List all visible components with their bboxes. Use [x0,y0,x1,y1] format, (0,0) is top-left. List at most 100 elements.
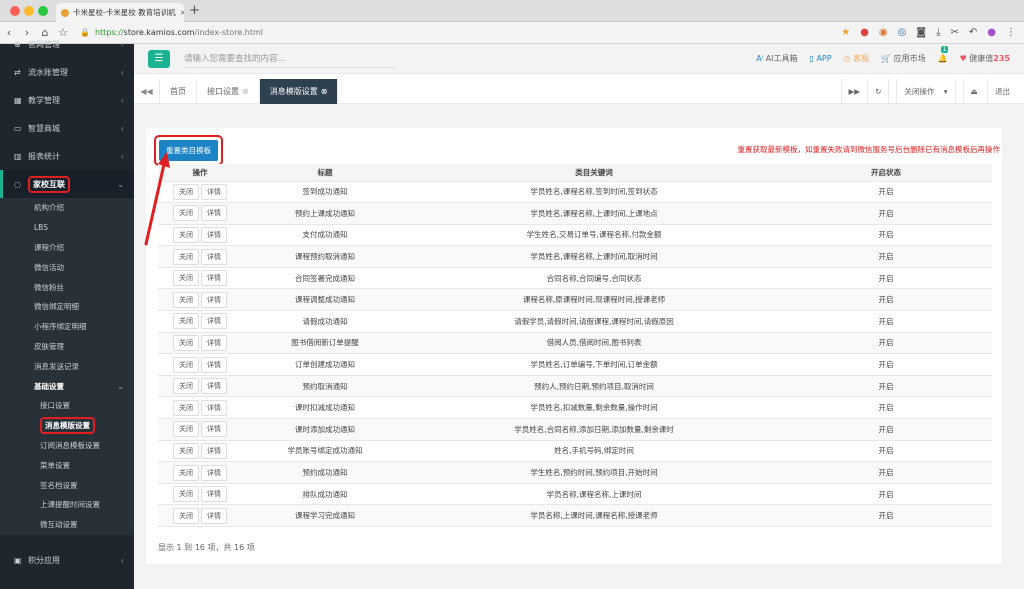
reset-template-button[interactable]: 重置类目模板 [159,140,218,161]
maximize-window-icon[interactable] [38,6,48,16]
close-button[interactable]: 关闭 [173,291,199,308]
submenu-item[interactable]: LBS [0,218,134,238]
browser-tab[interactable]: 卡米星校-卡米星校 教育培训机 × [56,3,184,22]
search-input[interactable]: 请输入您需要查找的内容... [184,50,396,68]
new-tab-icon[interactable]: + [189,3,200,18]
row-title: 课程预约取消通知 [242,245,408,268]
close-button[interactable]: 关闭 [173,313,199,330]
detail-button[interactable]: 详情 [201,226,227,243]
profile-icon[interactable]: ● [987,27,996,38]
app-link[interactable]: ▯ APP [809,54,831,63]
submenu-item[interactable]: 签名档设置 [0,475,134,495]
sidebar-item-reports[interactable]: ▥ 报表统计 ‹ [0,142,134,170]
detail-button[interactable]: 详情 [201,313,227,330]
close-button[interactable]: 关闭 [173,486,199,503]
detail-button[interactable]: 详情 [201,442,227,459]
menu-icon[interactable]: ⋮ [1006,27,1016,38]
notification-bell[interactable]: 🔔 1 [938,46,949,63]
url-field[interactable]: 🔒 https://store.kamios.com/index-store.h… [80,25,772,41]
service-link[interactable]: ◷ 客服 [844,53,870,64]
sidebar-item-home-school[interactable]: ◌ 家校互联 ⌄ [0,170,134,198]
refresh-icon[interactable]: ↻ [867,78,888,104]
submenu-item[interactable]: 接口设置 [0,396,134,416]
submenu-item[interactable]: 微信活动 [0,257,134,277]
submenu-item[interactable]: 订阅消息模板设置 [0,436,134,456]
close-button[interactable]: 关闭 [173,442,199,459]
row-title: 课程调整成功通知 [242,288,408,312]
close-button[interactable]: 关闭 [173,507,199,524]
close-button[interactable]: 关闭 [173,399,199,416]
detail-button[interactable]: 详情 [201,291,227,308]
tab-close-icon[interactable]: ⊗ [321,87,328,96]
pagination-info: 显示 1 到 16 项，共 16 项 [158,543,255,552]
row-status: 开启 [780,181,992,204]
detail-button[interactable]: 详情 [201,183,227,200]
table-row: 关闭 详情 预约上课成功通知 学员姓名,课程名称,上课时间,上课地点 开启 [158,202,992,225]
star-icon[interactable]: ★ [841,27,850,38]
tab-close-icon[interactable]: ⊗ [242,87,249,96]
close-button[interactable]: 关闭 [173,226,199,243]
close-window-icon[interactable] [10,6,20,16]
sidebar-item-mall[interactable]: ▭ 智慧商城 ‹ [0,114,134,142]
tabs-scroll-left-icon[interactable]: ◀◀ [134,78,160,104]
detail-button[interactable]: 详情 [201,248,227,265]
detail-button[interactable]: 详情 [201,334,227,351]
scissors-icon[interactable]: ✂ [950,27,958,38]
close-button[interactable]: 关闭 [173,270,199,287]
submenu-item-current[interactable]: 消息模版设置 [0,416,134,436]
tab-close-icon[interactable]: × [180,8,184,17]
submenu-item[interactable]: 微信绑定明细 [0,297,134,317]
detail-button[interactable]: 详情 [201,399,227,416]
gamepad-icon[interactable]: ● [860,27,869,38]
detail-button[interactable]: 详情 [201,486,227,503]
detail-button[interactable]: 详情 [201,378,227,395]
minimize-window-icon[interactable] [24,6,34,16]
submenu-item[interactable]: 上课提醒时间设置 [0,495,134,515]
tab-interface-settings[interactable]: 接口设置 ⊗ [197,78,260,104]
extension-icon[interactable]: ◎ [898,27,907,38]
submenu-item[interactable]: 皮肤管理 [0,337,134,357]
close-button[interactable]: 关闭 [173,421,199,438]
detail-button[interactable]: 详情 [201,205,227,222]
undo-icon[interactable]: ↶ [969,27,977,38]
logout-button[interactable]: ⏏ 退出 [954,78,1024,104]
submenu-item[interactable]: 微信粉丝 [0,277,134,297]
extension-icon[interactable]: ◉ [879,27,888,38]
close-button[interactable]: 关闭 [173,464,199,481]
submenu-group-basic-settings[interactable]: 基础设置 ⌄ [0,376,134,396]
close-button[interactable]: 关闭 [173,334,199,351]
submenu-item[interactable]: 机构介绍 [0,198,134,218]
sidebar-item-points[interactable]: ▣ 积分应用 ‹ [0,547,134,575]
tab-home[interactable]: 首页 [160,78,197,104]
sidebar-item-teaching[interactable]: ▦ 教学管理 ‹ [0,86,134,114]
tab-message-template[interactable]: 消息模版设置 ⊗ [259,78,339,104]
tabs-scroll-right-icon[interactable]: ▶▶ [840,78,868,104]
close-button[interactable]: 关闭 [173,183,199,200]
submenu-item[interactable]: 微互动设置 [0,515,134,535]
camera-icon[interactable]: ◙ [916,27,926,38]
column-header: 操作 [158,164,242,182]
detail-button[interactable]: 详情 [201,464,227,481]
close-button[interactable]: 关闭 [173,356,199,373]
sidebar-item-cashflow[interactable]: ⇄ 流水账管理 ‹ [0,58,134,86]
market-link[interactable]: 🛒 应用市场 [881,53,926,64]
submenu-item[interactable]: 课程介绍 [0,238,134,258]
sidebar-item-website[interactable]: ⊕ 官网管理 ‹ [0,30,134,58]
ai-toolbox-link[interactable]: Aⁱ AI工具箱 [756,53,797,64]
close-button[interactable]: 关闭 [173,248,199,265]
close-button[interactable]: 关闭 [173,378,199,395]
detail-button[interactable]: 详情 [201,507,227,524]
detail-button[interactable]: 详情 [201,270,227,287]
submenu-item[interactable]: 小程序绑定明细 [0,317,134,337]
health-score[interactable]: ♥ 健康值235 [960,53,1010,64]
submenu-item[interactable]: 菜单设置 [0,455,134,475]
health-value: 235 [993,54,1010,63]
detail-button[interactable]: 详情 [201,356,227,373]
menu-toggle-button[interactable]: ☰ [148,49,170,68]
close-button[interactable]: 关闭 [173,205,199,222]
close-ops-dropdown[interactable]: 关闭操作 ▾ [888,78,954,104]
chevron-left-icon: ‹ [120,556,124,566]
submenu-item[interactable]: 消息发送记录 [0,356,134,376]
download-icon[interactable]: ⤓ [936,27,940,38]
detail-button[interactable]: 详情 [201,421,227,438]
